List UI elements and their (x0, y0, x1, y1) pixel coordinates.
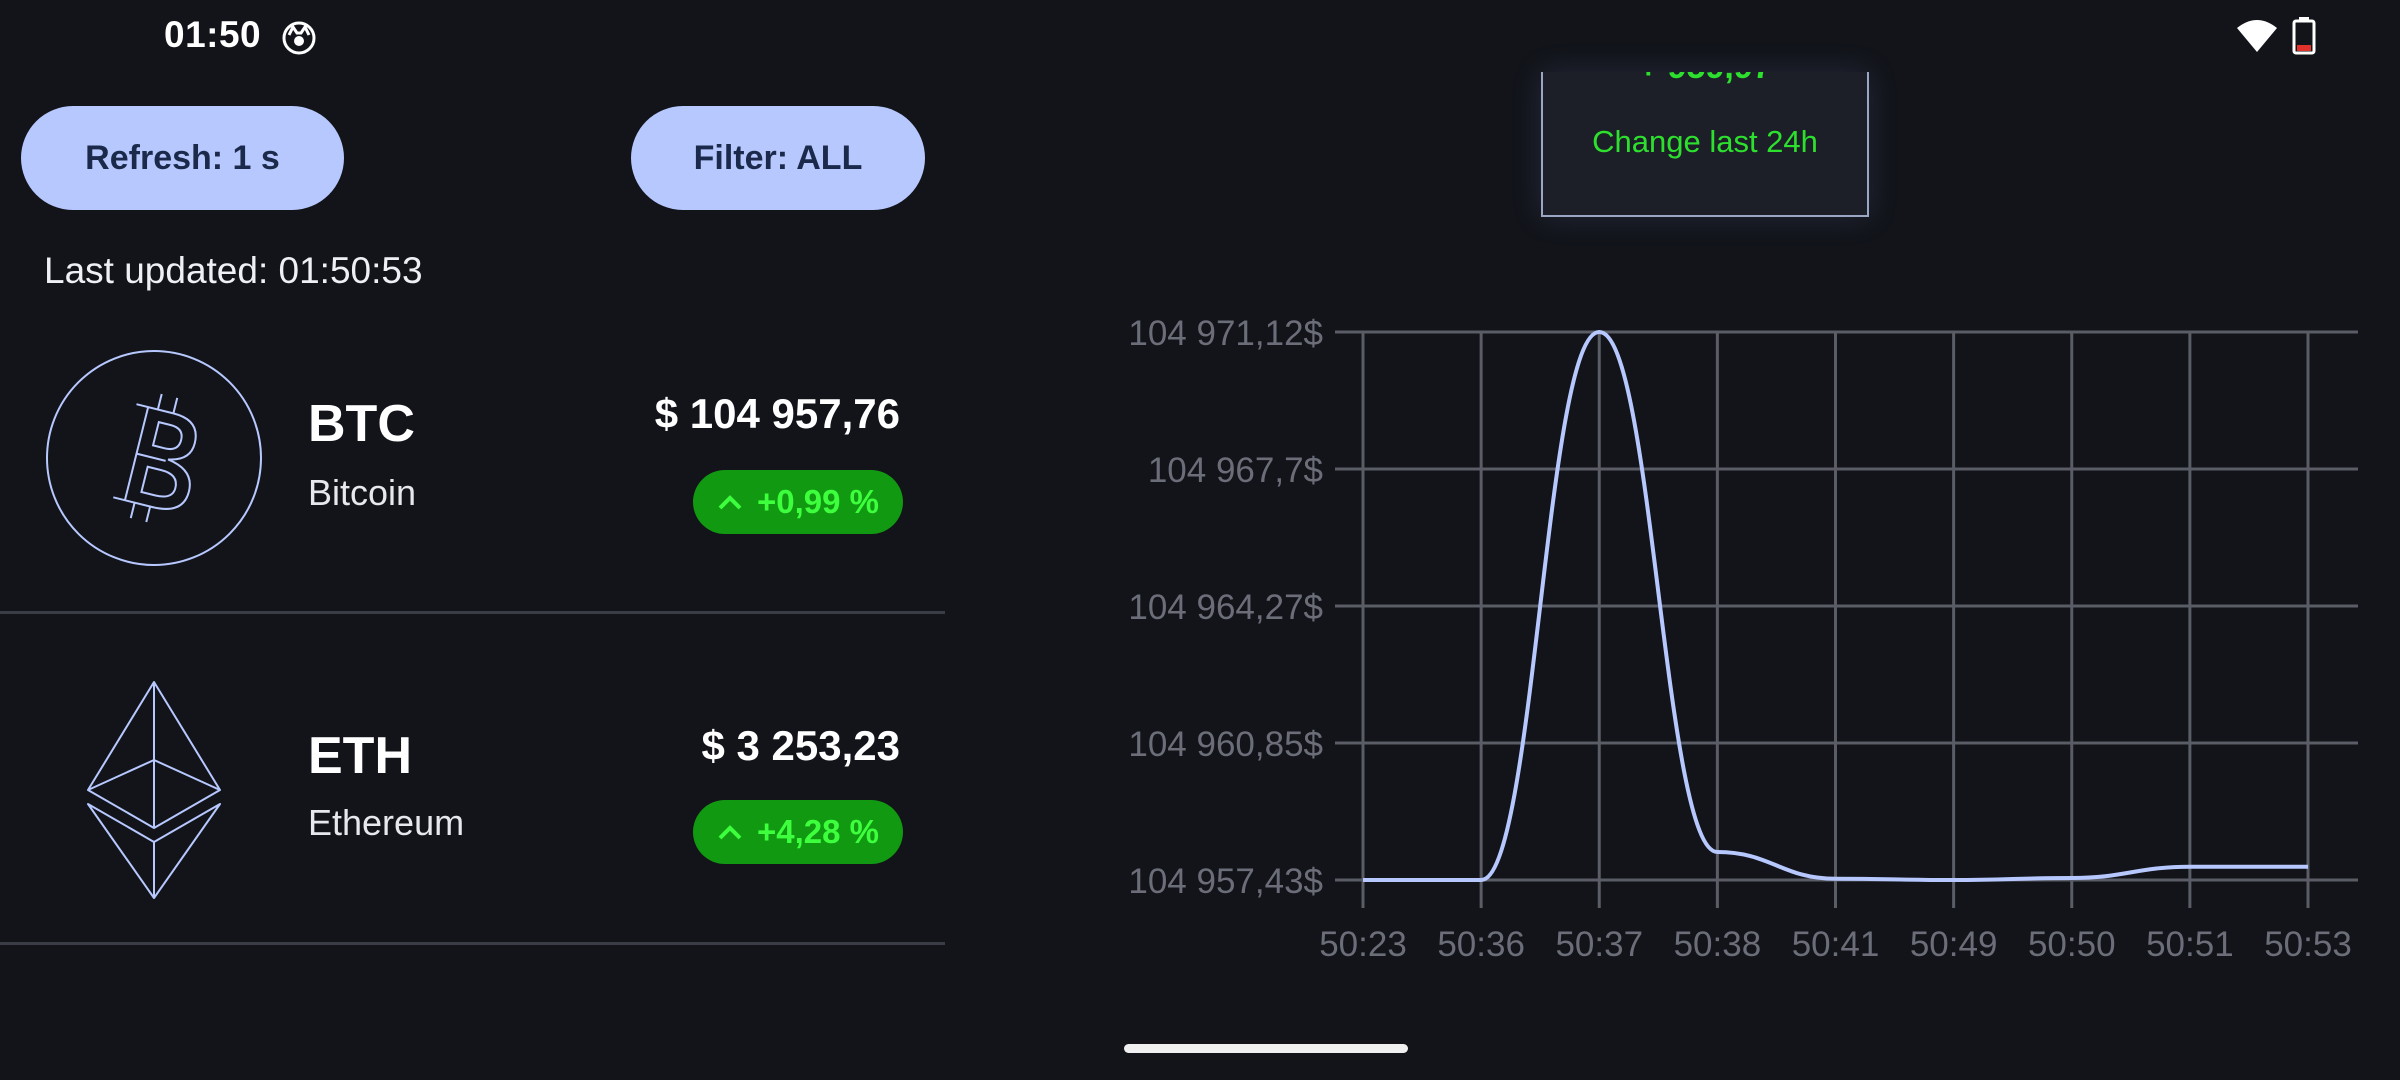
coin-row-eth[interactable]: ETH Ethereum $ 3 253,23 +4,28 % (0, 612, 945, 942)
x-tick-label: 50:50 (2028, 925, 2116, 964)
status-time: 01:50 (164, 14, 262, 55)
refresh-interval-button[interactable]: Refresh: 1 s (21, 106, 344, 210)
chart-tooltip: + 959,97 Change last 24h (1541, 72, 1869, 217)
x-tick-label: 50:53 (2264, 925, 2352, 964)
change-value: +0,99 % (756, 483, 879, 520)
y-tick-label: 104 967,7$ (1148, 451, 1323, 490)
x-tick-label: 50:49 (1910, 925, 1998, 964)
y-tick-label: 104 957,43$ (1128, 862, 1323, 901)
app-notification-icon (282, 21, 316, 55)
x-tick-label: 50:37 (1555, 925, 1643, 964)
list-divider (0, 942, 945, 945)
change-badge: +4,28 % (693, 800, 903, 864)
y-tick-label: 104 964,27$ (1128, 588, 1323, 627)
screen: 01:50 Refresh: 1 s Filter: ALL Last upda… (0, 0, 2400, 1080)
x-tick-label: 50:41 (1792, 925, 1880, 964)
coin-row-btc[interactable]: BTC Bitcoin $ 104 957,76 +0,99 % (0, 282, 945, 612)
tooltip-value: + 959,97 (1543, 72, 1867, 87)
battery-icon (2292, 17, 2316, 55)
coin-price: $ 104 957,76 (654, 390, 900, 437)
x-tick-label: 50:38 (1674, 925, 1762, 964)
chevron-up-icon (718, 825, 742, 840)
change-badge: +0,99 % (693, 470, 903, 534)
coin-symbol: ETH (308, 727, 412, 785)
ethereum-icon (87, 681, 221, 899)
x-tick-label: 50:36 (1437, 925, 1525, 964)
wifi-icon (2237, 20, 2277, 52)
coin-symbol: BTC (308, 395, 415, 453)
bitcoin-icon (46, 350, 262, 566)
y-tick-label: 104 971,12$ (1128, 314, 1323, 353)
x-tick-label: 50:23 (1319, 925, 1407, 964)
coin-name: Bitcoin (308, 472, 417, 513)
change-value: +4,28 % (756, 813, 879, 850)
tooltip-label: Change last 24h (1592, 124, 1818, 159)
y-tick-label: 104 960,85$ (1128, 725, 1323, 764)
filter-button[interactable]: Filter: ALL (631, 106, 925, 210)
price-chart[interactable]: 104 957,43$ 104 960,85$ 104 964,27$ 104 967… (1040, 290, 2370, 970)
x-tick-label: 50:51 (2146, 925, 2234, 964)
coin-price: $ 3 253,23 (701, 722, 900, 769)
chevron-up-icon (718, 495, 742, 510)
coin-name: Ethereum (308, 802, 465, 843)
home-indicator[interactable] (1124, 1044, 1408, 1053)
